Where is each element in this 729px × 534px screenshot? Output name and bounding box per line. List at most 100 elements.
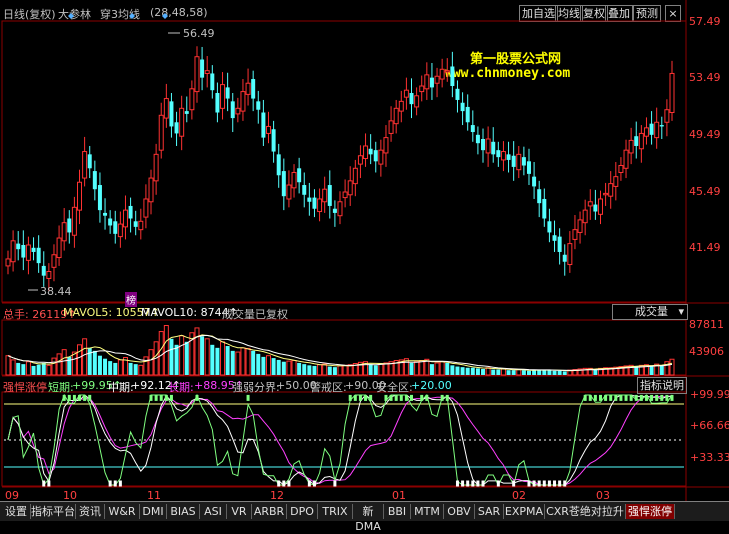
candle-body xyxy=(251,79,256,99)
tab-4[interactable]: DMI xyxy=(140,504,167,519)
volume-bar xyxy=(419,360,425,376)
volume-bar xyxy=(87,347,92,375)
zone-label: 强弱分界: xyxy=(232,381,280,394)
volume-bar xyxy=(51,357,57,376)
oversold-tick xyxy=(461,480,465,487)
volume-bar xyxy=(184,341,189,375)
candle-body xyxy=(41,265,46,276)
overbought-tick xyxy=(634,394,638,401)
tab-12[interactable]: BBI xyxy=(384,504,411,519)
candle-body xyxy=(470,125,475,133)
candle-body xyxy=(342,191,348,199)
tab-14[interactable]: OBV xyxy=(444,504,475,519)
tab-6[interactable]: ASI xyxy=(200,504,227,519)
overbought-tick xyxy=(624,394,628,401)
overbought-tick xyxy=(639,394,643,401)
volume-bar xyxy=(41,362,46,375)
tab-8[interactable]: ARBR xyxy=(252,504,287,519)
price-tick-5: 41.49 xyxy=(689,241,721,254)
volume-bar xyxy=(649,365,654,375)
candle-body xyxy=(220,84,226,109)
volume-bar xyxy=(532,370,537,375)
tab-9[interactable]: DPO xyxy=(287,504,318,519)
volume-bar xyxy=(322,363,328,376)
candle-body xyxy=(603,192,609,196)
tab-2[interactable]: 资讯 xyxy=(76,504,105,519)
tab-11[interactable]: 新DMA xyxy=(353,504,384,533)
tab-7[interactable]: VR xyxy=(227,504,252,519)
volume-bar xyxy=(261,356,266,375)
indicator-help-button[interactable]: 指标说明 xyxy=(637,377,687,394)
overbought-tick xyxy=(660,394,664,401)
oversold-tick xyxy=(532,480,536,487)
candle-body xyxy=(465,106,470,123)
candle-body xyxy=(163,98,169,119)
chart-canvas xyxy=(1,0,729,501)
volume-bar xyxy=(194,327,200,376)
tab-3[interactable]: W&R xyxy=(105,504,140,519)
candle-body xyxy=(103,212,108,216)
overbought-tick xyxy=(78,394,82,401)
candle-body xyxy=(628,139,634,154)
candle-body xyxy=(291,171,297,189)
tab-5[interactable]: BIAS xyxy=(167,504,200,519)
overbought-tick xyxy=(246,394,250,401)
candle-body xyxy=(659,125,664,127)
tab-15[interactable]: SAR xyxy=(475,504,504,519)
candle-body xyxy=(378,149,384,165)
candle-body xyxy=(87,154,92,169)
volume-bar xyxy=(434,362,440,376)
tab-10[interactable]: TRIX xyxy=(318,504,353,519)
candle-body xyxy=(10,240,16,263)
oversold-tick xyxy=(455,480,459,487)
signal-diamond xyxy=(68,13,74,19)
tab-1[interactable]: 指标平台 xyxy=(31,504,76,519)
volume-bar xyxy=(138,364,144,376)
candle-body xyxy=(485,138,491,154)
overbought-tick xyxy=(614,394,618,401)
overbought-tick xyxy=(394,394,398,401)
candle-body xyxy=(337,201,343,217)
tab-0[interactable]: 设置 xyxy=(2,504,31,519)
candle-body xyxy=(567,243,573,266)
candle-body xyxy=(450,66,455,87)
candle-body xyxy=(357,155,363,165)
overbought-tick xyxy=(399,394,403,401)
oversold-tick xyxy=(333,480,337,487)
volume-bar xyxy=(61,349,67,376)
candle-body xyxy=(500,151,506,161)
mid-term-label: 中期: xyxy=(108,381,134,394)
volume-bar xyxy=(450,365,455,375)
overbought-tick xyxy=(159,394,163,401)
tab-18[interactable]: 强悍涨停 xyxy=(626,504,675,519)
volume-bar xyxy=(302,364,307,375)
overbought-tick xyxy=(629,394,633,401)
rank-marker[interactable]: 榜 xyxy=(125,292,137,307)
candle-body xyxy=(414,95,420,108)
volume-bar xyxy=(276,359,281,375)
tab-13[interactable]: MTM xyxy=(411,504,444,519)
oversold-tick xyxy=(547,480,551,487)
oversold-tick xyxy=(537,480,541,487)
safe-value: +20.00 xyxy=(411,379,452,392)
candle-body xyxy=(194,56,200,93)
candle-body xyxy=(511,155,516,167)
candle-body xyxy=(67,218,72,233)
overbought-tick xyxy=(655,394,659,401)
volume-bar xyxy=(143,356,149,376)
oversold-tick xyxy=(512,480,516,487)
min-price-label: 38.44 xyxy=(40,285,72,298)
candle-body xyxy=(113,221,118,234)
tab-16[interactable]: EXPMA xyxy=(504,504,545,519)
price-tick-3: 49.49 xyxy=(689,128,721,141)
candle-body xyxy=(593,204,598,212)
candle-body xyxy=(117,223,123,238)
oversold-tick xyxy=(542,480,546,487)
volume-indicator-select[interactable]: 成交量 ▾ xyxy=(612,304,688,320)
volume-bar xyxy=(506,370,511,375)
volume-bar xyxy=(5,355,11,376)
volume-bar xyxy=(521,370,526,375)
oversold-tick xyxy=(108,480,112,487)
tab-17[interactable]: CXR苍绝对拉升 xyxy=(545,504,626,519)
volume-bar xyxy=(220,341,226,376)
